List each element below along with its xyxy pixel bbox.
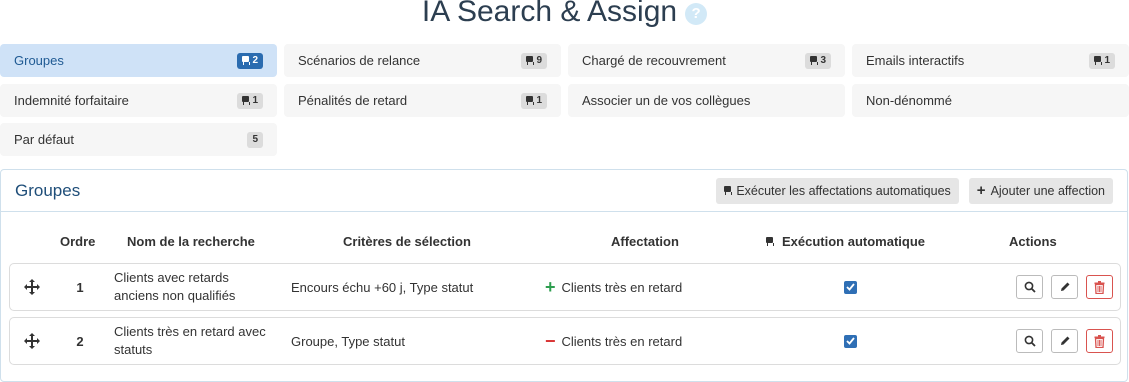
robot-icon [810,56,819,65]
help-icon[interactable]: ? [685,3,708,26]
search-icon [1024,335,1036,347]
tile-count-badge: 1 [237,92,263,109]
col-order: Ordre [60,234,96,249]
col-actions: Actions [1009,234,1057,249]
table-header: Ordre Nom de la recherche Critères de sé… [1,230,1129,254]
row-criteria: Groupe, Type statut [291,333,405,349]
tile-scenarios-de-relance[interactable]: Scénarios de relance 9 [284,44,561,77]
tile-label: Chargé de recouvrement [582,53,726,68]
tile-label: Associer un de vos collègues [582,93,751,108]
tile-label: Emails interactifs [866,53,965,68]
tile-label: Scénarios de relance [298,53,421,68]
add-assignment-button[interactable]: + Ajouter une affection [968,177,1113,204]
robot-icon [766,237,774,246]
trash-icon [1094,334,1105,348]
table-row: 2 Clients très en retard avec statuts Gr… [9,317,1121,365]
auto-checkbox[interactable] [844,264,858,310]
groups-panel: Groupes Exécuter les affectations automa… [0,169,1128,382]
robot-icon [1094,56,1103,65]
move-icon[interactable] [24,279,40,295]
tile-label: Non-dénommé [866,93,952,108]
tile-count-badge: 9 [521,52,547,69]
tile-count-badge: 1 [1089,52,1115,69]
view-button[interactable] [1016,329,1043,353]
col-criteria: Critères de sélection [343,234,471,249]
tile-indemnite-forfaitaire[interactable]: Indemnité forfaitaire 1 [0,84,277,117]
row-name: Clients avec retards anciens non qualifi… [114,270,236,303]
robot-icon [242,96,251,105]
tile-par-defaut[interactable]: Par défaut 5 [0,123,277,156]
tile-associer-collegue[interactable]: Associer un de vos collègues [568,84,845,117]
move-handle[interactable] [24,318,42,364]
delete-button[interactable] [1086,329,1113,353]
edit-icon [1060,336,1069,345]
tile-count-badge: 1 [521,92,547,109]
checkbox-icon[interactable] [844,334,857,348]
run-auto-assign-button[interactable]: Exécuter les affectations automatiques [716,177,959,204]
tile-non-denomme[interactable]: Non-dénommé [852,84,1129,117]
page-title: IA Search & Assign? [0,0,1129,34]
view-button[interactable] [1016,275,1043,299]
tile-label: Pénalités de retard [298,93,408,108]
delete-button[interactable] [1086,275,1113,299]
edit-icon [1060,282,1069,291]
edit-button[interactable] [1051,275,1078,299]
col-name: Nom de la recherche [127,234,255,249]
table-row: 1 Clients avec retards anciens non quali… [9,263,1121,311]
robot-icon [526,96,535,105]
row-order: 2 [76,333,84,349]
tile-charge-de-recouvrement[interactable]: Chargé de recouvrement 3 [568,44,845,77]
row-assignment: + Clients très en retard [545,277,683,297]
tile-count-badge: 3 [805,52,831,69]
tile-groupes[interactable]: Groupes 2 [0,44,277,77]
robot-icon [526,56,535,65]
row-order: 1 [76,279,84,295]
tile-penalites-de-retard[interactable]: Pénalités de retard 1 [284,84,561,117]
checkbox-icon[interactable] [844,280,857,294]
tile-emails-interactifs[interactable]: Emails interactifs 1 [852,44,1129,77]
trash-icon [1094,280,1105,294]
tile-count-badge: 2 [237,52,263,69]
move-handle[interactable] [24,264,42,310]
row-assignment: − Clients très en retard [545,331,683,351]
col-assignment: Affectation [611,234,679,249]
move-icon[interactable] [24,333,40,349]
search-icon [1024,281,1036,293]
row-actions [1008,264,1118,310]
page-title-text: IA Search & Assign [421,0,678,29]
tile-label: Par défaut [14,132,74,147]
auto-checkbox[interactable] [844,318,858,364]
edit-button[interactable] [1051,329,1078,353]
panel-title: Groupes [15,180,81,200]
row-name: Clients très en retard avec statuts [114,324,266,357]
col-auto: Exécution automatique [766,234,925,249]
tile-label: Indemnité forfaitaire [14,93,129,108]
robot-icon [724,186,733,195]
row-actions [1008,318,1118,364]
plus-icon: + [976,182,986,199]
tile-label: Groupes [14,53,64,68]
tile-count-badge: 5 [247,131,263,148]
robot-icon [242,56,251,65]
row-criteria: Encours échu +60 j, Type statut [291,279,474,295]
plus-icon: + [545,277,556,297]
minus-icon: − [545,331,556,351]
panel-header: Groupes Exécuter les affectations automa… [1,170,1127,212]
